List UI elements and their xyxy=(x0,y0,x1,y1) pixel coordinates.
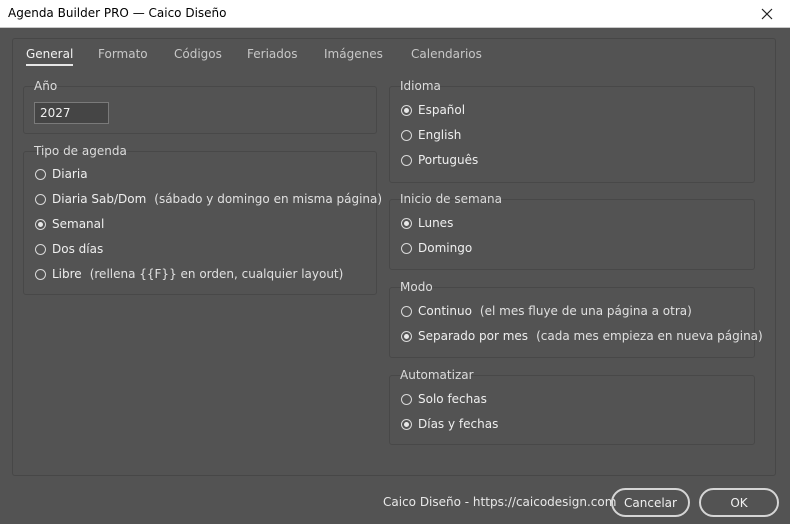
mode-group xyxy=(389,287,755,358)
automate-group xyxy=(389,375,755,445)
tab-feriados[interactable]: Feriados xyxy=(247,47,297,61)
week-start-option-lunes[interactable]: Lunes xyxy=(401,216,453,230)
close-icon xyxy=(761,8,773,19)
agenda-type-option-diaria-sab-dom[interactable]: Diaria Sab/Dom (sábado y domingo en mism… xyxy=(35,192,382,206)
option-label: Diaria xyxy=(52,167,88,181)
option-note: (cada mes empieza en nueva página) xyxy=(536,329,763,343)
option-note: (rellena {{F}} en orden, cualquier layou… xyxy=(89,267,344,281)
radio-indicator xyxy=(35,168,46,180)
tab-calendarios[interactable]: Calendarios xyxy=(411,47,482,61)
radio-indicator xyxy=(401,129,412,141)
title-bar: Agenda Builder PRO — Caico Diseño xyxy=(0,0,790,28)
radio-indicator xyxy=(401,330,412,342)
radio-indicator xyxy=(401,393,412,405)
option-label: Diaria Sab/Dom xyxy=(52,192,147,206)
agenda-type-option-semanal[interactable]: Semanal xyxy=(35,217,104,231)
option-label: Solo fechas xyxy=(418,392,487,406)
option-note: (sábado y domingo en misma página) xyxy=(154,192,383,206)
option-label: Português xyxy=(418,153,479,167)
radio-indicator xyxy=(401,305,412,317)
option-label: Domingo xyxy=(418,241,473,255)
option-label: Libre xyxy=(52,267,82,281)
agenda-type-option-libre[interactable]: Libre (rellena {{F}} en orden, cualquier… xyxy=(35,267,343,281)
option-label: Semanal xyxy=(52,217,105,231)
footer-credit: Caico Diseño - https://caicodesign.com xyxy=(383,495,617,509)
tab-codigos[interactable]: Códigos xyxy=(174,47,222,61)
option-label: Español xyxy=(418,103,466,117)
radio-indicator xyxy=(401,242,412,254)
close-button[interactable] xyxy=(744,0,790,27)
mode-option-continuo[interactable]: Continuo (el mes fluye de una página a o… xyxy=(401,304,692,318)
year-input[interactable] xyxy=(34,102,109,124)
radio-indicator xyxy=(35,268,46,280)
option-note: (el mes fluye de una página a otra) xyxy=(479,304,692,318)
automate-label: Automatizar xyxy=(400,368,474,382)
option-label: Lunes xyxy=(418,216,454,230)
agenda-type-label: Tipo de agenda xyxy=(34,144,127,158)
cancel-button[interactable]: Cancelar xyxy=(611,488,690,517)
option-label: Dos días xyxy=(52,242,104,256)
language-option-portugues[interactable]: Português xyxy=(401,153,478,167)
tab-formato[interactable]: Formato xyxy=(98,47,148,61)
radio-indicator xyxy=(35,243,46,255)
agenda-type-option-dos-dias[interactable]: Dos días xyxy=(35,242,103,256)
year-label: Año xyxy=(34,79,58,93)
radio-indicator xyxy=(401,217,412,229)
option-label: English xyxy=(418,128,462,142)
option-label: Separado por mes xyxy=(418,329,529,343)
automate-option-dias-y-fechas[interactable]: Días y fechas xyxy=(401,417,498,431)
language-option-espanol[interactable]: Español xyxy=(401,103,465,117)
mode-option-separado[interactable]: Separado por mes (cada mes empieza en nu… xyxy=(401,329,763,343)
option-label: Continuo xyxy=(418,304,472,318)
mode-label: Modo xyxy=(400,280,433,294)
week-start-option-domingo[interactable]: Domingo xyxy=(401,241,472,255)
week-start-label: Inicio de semana xyxy=(400,192,503,206)
week-start-group xyxy=(389,199,755,270)
language-option-english[interactable]: English xyxy=(401,128,461,142)
radio-indicator xyxy=(401,418,412,430)
radio-indicator xyxy=(401,104,412,116)
radio-indicator xyxy=(401,154,412,166)
tab-general[interactable]: General xyxy=(26,47,74,66)
option-label: Días y fechas xyxy=(418,417,499,431)
ok-button[interactable]: OK xyxy=(699,488,779,517)
tab-imagenes[interactable]: Imágenes xyxy=(324,47,383,61)
radio-indicator xyxy=(35,193,46,205)
radio-indicator xyxy=(35,218,46,230)
language-label: Idioma xyxy=(400,79,441,93)
agenda-type-option-diaria[interactable]: Diaria xyxy=(35,167,88,181)
window-title: Agenda Builder PRO — Caico Diseño xyxy=(8,6,227,20)
automate-option-solo-fechas[interactable]: Solo fechas xyxy=(401,392,487,406)
